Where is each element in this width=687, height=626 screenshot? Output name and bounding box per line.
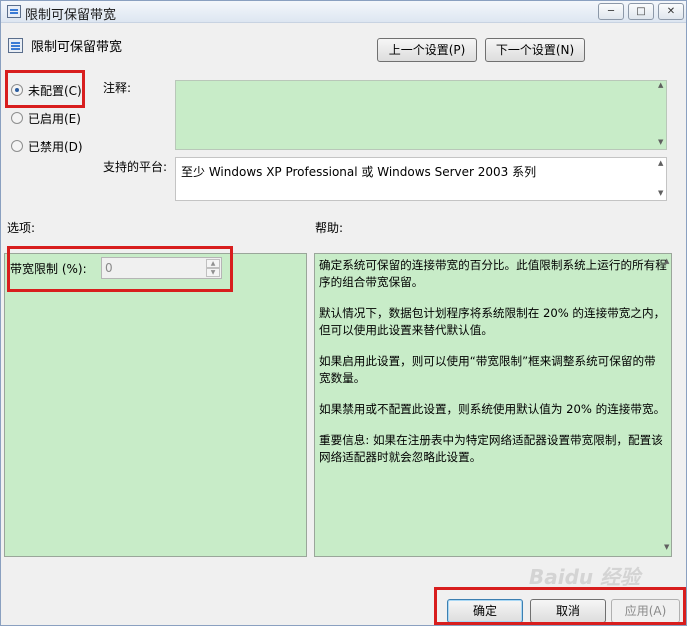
title-bar[interactable]: 限制可保留带宽 ─ □ ✕: [1, 1, 686, 23]
options-panel: [4, 253, 307, 557]
help-paragraph: 如果启用此设置，则可以使用“带宽限制”框来调整系统可保留的带宽数量。: [319, 354, 656, 385]
scroll-up-icon[interactable]: ▲: [664, 257, 685, 265]
help-panel: 确定系统可保留的连接带宽的百分比。此值限制系统上运行的所有程序的组合带宽保留。 …: [314, 253, 672, 557]
radio-not-configured[interactable]: 未配置(C): [11, 82, 82, 98]
scroll-down-icon[interactable]: ▼: [658, 189, 685, 197]
radio-label: 未配置(C): [28, 83, 82, 98]
help-paragraph: 如果禁用或不配置此设置，则系统使用默认值为 20% 的连接带宽。: [319, 402, 666, 416]
close-button[interactable]: ✕: [658, 3, 684, 20]
radio-button[interactable]: [11, 112, 23, 124]
window-title: 限制可保留带宽: [25, 8, 117, 23]
minimize-button[interactable]: ─: [598, 3, 624, 20]
comment-label: 注释:: [103, 81, 132, 95]
scroll-up-icon[interactable]: ▲: [658, 81, 685, 89]
previous-setting-button[interactable]: 上一个设置(P): [377, 38, 477, 62]
cancel-button[interactable]: 取消: [530, 599, 606, 623]
apply-button[interactable]: 应用(A): [611, 599, 680, 623]
platform-value: 至少 Windows XP Professional 或 Windows Ser…: [181, 165, 537, 179]
help-label: 帮助:: [315, 221, 344, 235]
help-paragraph: 默认情况下，数据包计划程序将系统限制在 20% 的连接带宽之内，但可以使用此设置…: [319, 306, 666, 337]
spinner-down-icon[interactable]: ▼: [206, 268, 220, 277]
platform-field: 至少 Windows XP Professional 或 Windows Ser…: [175, 157, 667, 201]
setting-icon: [8, 38, 23, 53]
help-paragraph: 重要信息: 如果在注册表中为特定网络适配器设置带宽限制，配置该网络适配器时就会忽…: [319, 433, 663, 464]
radio-label: 已启用(E): [28, 111, 81, 126]
scroll-up-icon[interactable]: ▲: [658, 159, 685, 167]
platform-label: 支持的平台:: [103, 160, 168, 174]
help-paragraph: 确定系统可保留的连接带宽的百分比。此值限制系统上运行的所有程序的组合带宽保留。: [319, 258, 667, 289]
policy-dialog-window: 限制可保留带宽 ─ □ ✕ 限制可保留带宽 上一个设置(P) 下一个设置(N) …: [0, 0, 687, 626]
radio-label: 已禁用(D): [28, 139, 83, 154]
maximize-button[interactable]: □: [628, 3, 654, 20]
next-setting-button[interactable]: 下一个设置(N): [485, 38, 585, 62]
scroll-down-icon[interactable]: ▼: [658, 138, 685, 146]
baidu-watermark: Baidu 经验: [529, 565, 641, 589]
bandwidth-limit-spinner[interactable]: 0 ▲ ▼: [101, 257, 222, 279]
bandwidth-limit-label: 带宽限制 (%):: [10, 262, 87, 276]
scroll-down-icon[interactable]: ▼: [664, 543, 685, 551]
radio-button[interactable]: [11, 84, 23, 96]
options-label: 选项:: [7, 221, 36, 235]
spinner-up-icon[interactable]: ▲: [206, 259, 220, 268]
setting-title: 限制可保留带宽: [31, 40, 123, 55]
radio-button[interactable]: [11, 140, 23, 152]
ok-button[interactable]: 确定: [447, 599, 523, 623]
radio-disabled[interactable]: 已禁用(D): [11, 138, 83, 154]
bandwidth-limit-value[interactable]: 0: [105, 261, 113, 275]
radio-enabled[interactable]: 已启用(E): [11, 110, 81, 126]
comment-textarea[interactable]: [175, 80, 667, 150]
policy-icon: [7, 5, 21, 18]
